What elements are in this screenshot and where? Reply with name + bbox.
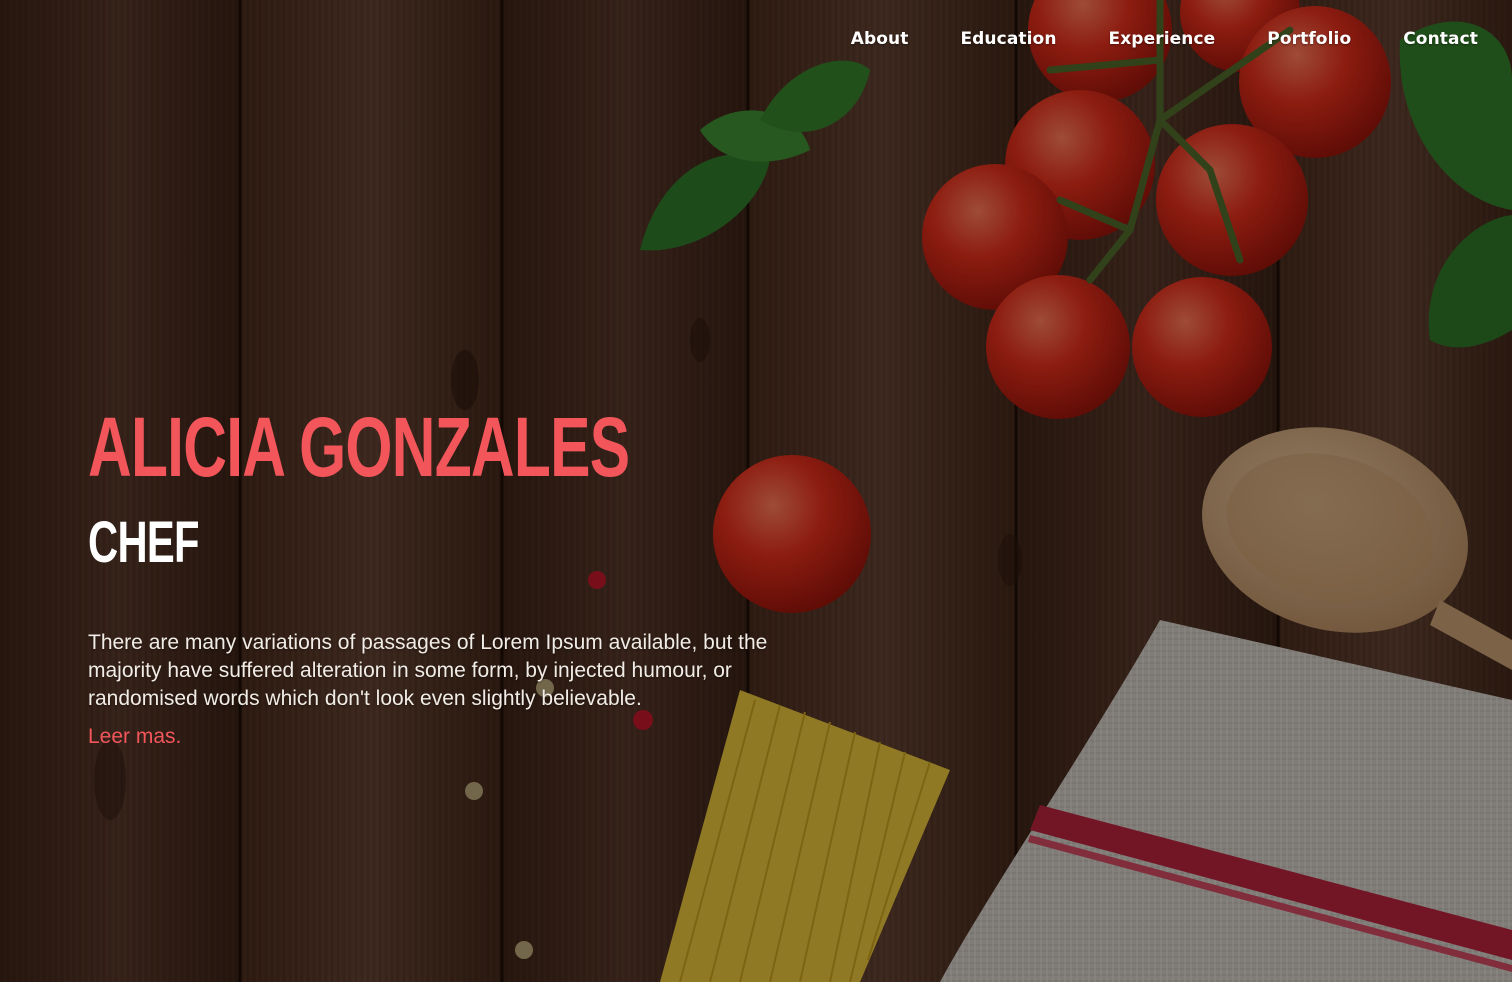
nav-link-experience[interactable]: Experience xyxy=(1109,29,1216,49)
nav-link-portfolio[interactable]: Portfolio xyxy=(1267,29,1351,49)
main-navigation: About Education Experience Portfolio Con… xyxy=(851,29,1478,49)
nav-link-education[interactable]: Education xyxy=(960,29,1056,49)
read-more-link[interactable]: Leer mas. xyxy=(88,725,181,749)
hero-section: About Education Experience Portfolio Con… xyxy=(0,0,1512,982)
nav-link-about[interactable]: About xyxy=(851,29,909,49)
hero-description: There are many variations of passages of… xyxy=(88,631,768,710)
hero-role: CHEF xyxy=(88,510,200,575)
hero-name: ALICIA GONZALES xyxy=(88,400,630,494)
nav-link-contact[interactable]: Contact xyxy=(1403,29,1478,49)
hero-content: ALICIA GONZALES CHEF There are many vari… xyxy=(88,405,848,749)
